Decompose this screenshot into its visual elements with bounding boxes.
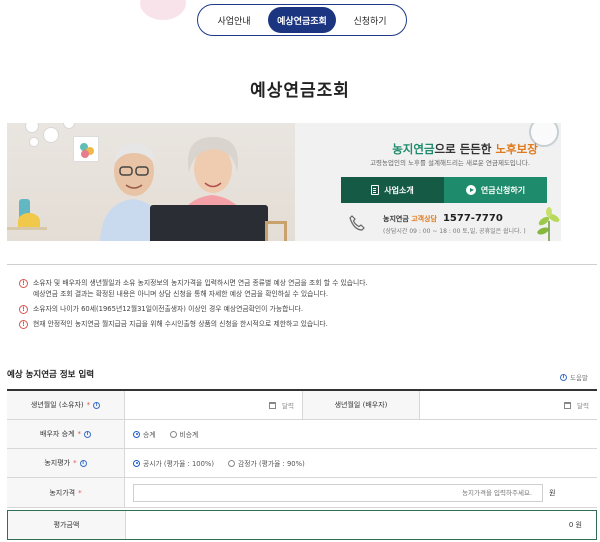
lamp-icon (63, 123, 75, 129)
result-box: 평가금액 0 원 (7, 510, 597, 540)
pension-input-form: 생년월일 (소유자) * i 달력 생년월일 (배우자) 달력 배우자 승계 * i… (7, 389, 597, 508)
lamp-icon (29, 137, 39, 147)
page-title: 예상연금조회 (250, 81, 350, 101)
price-field: 원 (125, 478, 597, 507)
promo-banner: 농지연금으로 든든한 노후보장 고령농업인의 노후를 설계해드리는 새로운 연금… (7, 123, 561, 241)
chair-icon (265, 221, 287, 241)
result-value: 0 원 (568, 521, 582, 529)
valuation-options: 공시가 (평가율 : 100%) 감정가 (평가율 : 90%) (125, 449, 597, 477)
birthdate-row: 생년월일 (소유자) * i 달력 생년월일 (배우자) 달력 (7, 391, 597, 420)
calendar-icon (564, 401, 572, 409)
phone-icon (349, 215, 365, 231)
contact-hours: (상담시간 09 : 00 ~ 18 : 00 토,일, 공휴일은 쉽니다. ) (383, 228, 526, 235)
business-intro-button[interactable]: 사업소개 (341, 177, 444, 203)
spouse-succession-row: 배우자 승계 * i 승계 비승계 (7, 420, 597, 449)
alert-icon: ! (19, 305, 28, 314)
notice-item: ! 소유자의 나이가 60세(1965년12월31일이전출생자) 이상인 경우 … (19, 304, 594, 315)
tab-business-info[interactable]: 사업안내 (200, 7, 268, 33)
result-label: 평가금액 (8, 511, 126, 539)
valuation-row: 농지평가 * i 공시가 (평가율 : 100%) 감정가 (평가율 : 90%) (7, 449, 597, 478)
lamp-icon (25, 123, 39, 133)
contact-info: 농지연금 고객상담 1577-7770 (383, 213, 503, 224)
valuation-label: 농지평가 * i (7, 449, 125, 477)
birth-spouse-label: 생년월일 (배우자) (302, 391, 420, 419)
spouse-succession-label: 배우자 승계 * i (7, 420, 125, 448)
banner-headline: 농지연금으로 든든한 노후보장 (392, 142, 538, 156)
radio-succession[interactable]: 승계 (133, 429, 156, 439)
farmland-price-input[interactable] (133, 483, 543, 502)
tab-bar: 사업안내 예상연금조회 신청하기 (197, 4, 407, 36)
price-unit: 원 (549, 488, 556, 497)
price-row: 농지가격* 원 (7, 478, 597, 508)
lamp-icon (43, 127, 59, 143)
spouse-succession-options: 승계 비승계 (125, 420, 597, 448)
info-icon[interactable]: i (83, 430, 91, 438)
notice-list: ! 소유자 및 배우자의 생년월일과 소유 농지정보의 농지가격을 입력하시면 … (19, 278, 594, 334)
birth-owner-datepicker[interactable]: 달력 (133, 400, 294, 410)
radio-non-succession[interactable]: 비승계 (169, 429, 198, 439)
laptop-icon (150, 205, 268, 241)
shelf (7, 227, 47, 230)
play-circle-icon (465, 185, 476, 195)
banner-subtitle: 고령농업인의 노후를 설계해드리는 새로운 연금제도입니다. (370, 159, 530, 167)
help-link[interactable]: i 도움말 (560, 372, 588, 382)
decorative-circle (140, 0, 186, 20)
birth-owner-label: 생년월일 (소유자) * i (7, 391, 125, 419)
info-icon[interactable]: i (79, 459, 87, 467)
info-icon[interactable]: i (93, 401, 101, 409)
alert-icon: ! (19, 320, 28, 329)
apply-pension-button[interactable]: 연금신청하기 (444, 177, 547, 203)
plant-icon (537, 207, 560, 241)
birth-owner-field: 달력 (125, 391, 302, 419)
document-icon (371, 185, 380, 195)
tab-expected-pension[interactable]: 예상연금조회 (268, 7, 336, 33)
section-title: 예상 농지연금 정보 입력 (7, 370, 95, 380)
birth-spouse-datepicker[interactable]: 달력 (428, 400, 589, 410)
alert-icon: ! (19, 279, 28, 288)
elderly-couple-photo (7, 123, 295, 241)
info-icon: i (560, 373, 567, 381)
birth-spouse-field: 달력 (420, 391, 597, 419)
calendar-icon (269, 401, 277, 409)
radio-public-price[interactable]: 공시가 (평가율 : 100%) (133, 458, 214, 468)
price-label: 농지가격 * (7, 478, 125, 507)
radio-appraisal-price[interactable]: 감정가 (평가율 : 90%) (228, 458, 305, 468)
notice-item: ! 소유자 및 배우자의 생년월일과 소유 농지정보의 농지가격을 입력하시면 … (19, 278, 594, 300)
tab-apply[interactable]: 신청하기 (336, 7, 404, 33)
divider (7, 264, 597, 265)
notice-item: ! 현재 안정적인 농지연금 월지급금 지급을 위해 수시인출형 상품의 신청을… (19, 319, 594, 330)
